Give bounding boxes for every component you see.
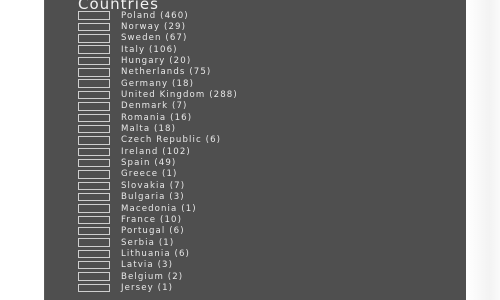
country-option-label: Macedonia (1) [121,203,197,214]
country-option[interactable]: Serbia (1) [78,237,238,248]
country-option-label: Poland (460) [121,10,189,21]
country-option[interactable]: Sweden (67) [78,33,238,44]
checkbox[interactable] [78,124,110,134]
country-option[interactable]: Netherlands (75) [78,67,238,78]
checkbox[interactable] [78,204,110,213]
country-option[interactable]: Czech Republic (6) [78,135,238,146]
country-option[interactable]: Germany (18) [78,78,238,89]
checkbox[interactable] [78,249,110,259]
country-option-label: Sweden (67) [121,33,188,44]
checkbox[interactable] [78,272,110,281]
country-option-label: Romania (16) [121,112,193,123]
country-option[interactable]: Spain (49) [78,157,238,168]
country-option-label: Malta (18) [121,124,177,135]
country-option-label: Ireland (102) [121,146,191,157]
country-option[interactable]: Latvia (3) [78,260,238,271]
country-option[interactable]: Macedonia (1) [78,203,238,214]
checkbox[interactable] [78,102,110,111]
country-option-label: France (10) [121,214,183,225]
page-background-edge [466,0,500,300]
country-option[interactable]: Jersey (1) [78,282,238,293]
country-option[interactable]: Ireland (102) [78,146,238,157]
country-option-label: Norway (29) [121,22,187,33]
page: Countries Poland (460) Norway (29) Swede… [0,0,500,300]
checkbox[interactable] [78,56,110,66]
country-option[interactable]: Denmark (7) [78,101,238,112]
country-checkbox-list: Poland (460) Norway (29) Sweden (67) Ita… [78,10,238,294]
country-option-label: Greece (1) [121,169,178,180]
checkbox[interactable] [78,238,110,247]
country-option[interactable]: Belgium (2) [78,271,238,282]
checkbox[interactable] [78,45,110,54]
checkbox[interactable] [78,147,110,157]
country-option[interactable]: Hungary (20) [78,55,238,66]
country-option-label: Lithuania (6) [121,248,191,259]
checkbox[interactable] [78,170,110,179]
country-option-label: Czech Republic (6) [121,135,222,146]
country-option-label: Germany (18) [121,78,195,89]
country-option-label: Serbia (1) [121,237,175,248]
country-option-label: Belgium (2) [121,271,184,282]
country-option[interactable]: United Kingdom (288) [78,89,238,100]
countries-filter-panel: Countries Poland (460) Norway (29) Swede… [45,0,466,300]
country-option-label: Hungary (20) [121,56,192,67]
country-option[interactable]: Poland (460) [78,10,238,21]
country-option-label: Netherlands (75) [121,67,212,78]
country-option[interactable]: Bulgaria (3) [78,192,238,203]
checkbox[interactable] [78,215,110,225]
country-option[interactable]: Norway (29) [78,21,238,32]
checkbox[interactable] [78,226,110,236]
country-option-label: Slovakia (7) [121,180,186,191]
checkbox[interactable] [78,192,110,202]
country-option-label: Italy (106) [121,44,178,55]
checkbox[interactable] [78,90,110,100]
checkbox[interactable] [78,158,110,168]
country-option-label: Latvia (3) [121,260,174,271]
country-option-label: Bulgaria (3) [121,192,185,203]
country-option-label: Portugal (6) [121,226,185,237]
country-option[interactable]: Slovakia (7) [78,180,238,191]
checkbox[interactable] [78,11,110,20]
checkbox[interactable] [78,34,110,43]
country-option[interactable]: Greece (1) [78,169,238,180]
checkbox[interactable] [78,68,110,77]
country-option[interactable]: Lithuania (6) [78,248,238,259]
country-option[interactable]: France (10) [78,214,238,225]
country-option-label: Jersey (1) [121,282,174,293]
country-option-label: United Kingdom (288) [121,90,238,101]
checkbox[interactable] [78,260,110,270]
checkbox[interactable] [78,113,110,123]
country-option[interactable]: Portugal (6) [78,226,238,237]
country-option-label: Spain (49) [121,158,177,169]
checkbox[interactable] [78,136,110,145]
country-option-label: Denmark (7) [121,101,188,112]
checkbox[interactable] [78,181,110,191]
country-option[interactable]: Romania (16) [78,112,238,123]
checkbox[interactable] [78,79,110,88]
checkbox[interactable] [78,22,110,32]
checkbox[interactable] [78,283,110,293]
country-option[interactable]: Italy (106) [78,44,238,55]
country-option[interactable]: Malta (18) [78,123,238,134]
